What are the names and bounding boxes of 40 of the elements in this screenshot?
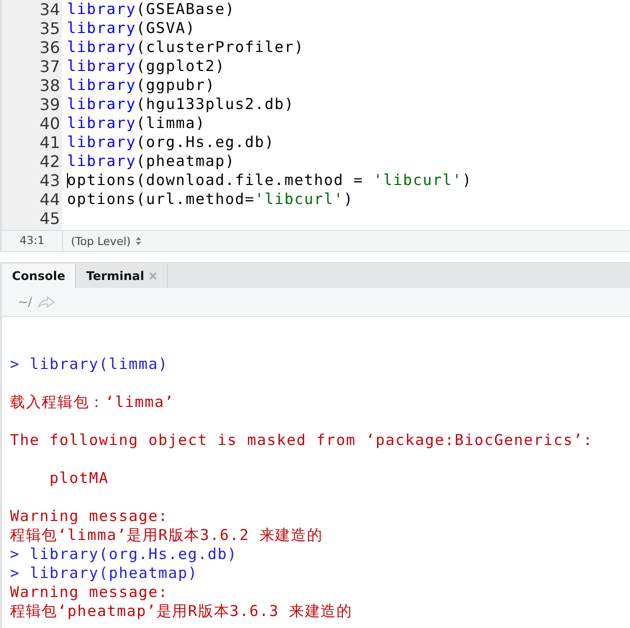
code-line: library(ggpubr) [67, 76, 216, 94]
code-line: options(download.file.method = 'libcurl') [67, 171, 472, 189]
line-number: 35 [40, 19, 61, 38]
code-line: library(org.Hs.eg.db) [67, 133, 275, 151]
line-number: 34 [40, 0, 61, 19]
console-command: > library(limma) [10, 355, 168, 373]
code-line: library(hgu133plus2.db) [67, 95, 294, 113]
line-number: 43 [40, 171, 61, 190]
console-command: > library(org.Hs.eg.db) [10, 545, 238, 563]
code-line: library(limma) [67, 114, 206, 132]
code-line: options(url.method='libcurl') [67, 190, 354, 208]
code-line: library(ggplot2) [67, 57, 226, 75]
line-number: 39 [40, 95, 61, 114]
line-number: 44 [40, 190, 61, 209]
console-command: > library(pheatmap) [10, 564, 198, 582]
line-number: 38 [40, 76, 61, 95]
console-output: Warning message: [10, 507, 168, 525]
console-output: 程辑包‘pheatmap’是用R版本3.6.3 来建造的 [10, 602, 352, 620]
code-line: library(GSVA) [67, 19, 196, 37]
line-number: 42 [40, 152, 61, 171]
console-output: 程辑包‘limma’是用R版本3.6.2 来建造的 [10, 526, 323, 544]
code-line: library(GSEABase) [67, 0, 235, 18]
code-line: library(clusterProfiler) [67, 38, 304, 56]
updown-icon [134, 236, 142, 246]
line-number: 37 [40, 57, 61, 76]
console-tab[interactable]: Console [2, 264, 76, 288]
close-icon[interactable] [149, 272, 158, 280]
line-number: 45 [40, 209, 61, 228]
console-output: Warning message: [10, 583, 168, 601]
code-line: library(pheatmap) [67, 152, 235, 170]
scope-selector[interactable]: (Top Level) [63, 234, 142, 248]
console-output: The following object is masked from ‘package:BiocGenerics’: [10, 431, 593, 449]
line-number: 40 [40, 114, 61, 133]
line-number: 41 [40, 133, 61, 152]
console-output: 载入程辑包：‘limma’ [10, 393, 174, 411]
forward-arrow-icon[interactable] [38, 296, 56, 308]
line-number: 36 [40, 38, 61, 57]
cursor-position: 43:1 [2, 231, 63, 251]
working-directory: ~/ [18, 295, 32, 309]
console-output: plotMA [48, 469, 109, 487]
